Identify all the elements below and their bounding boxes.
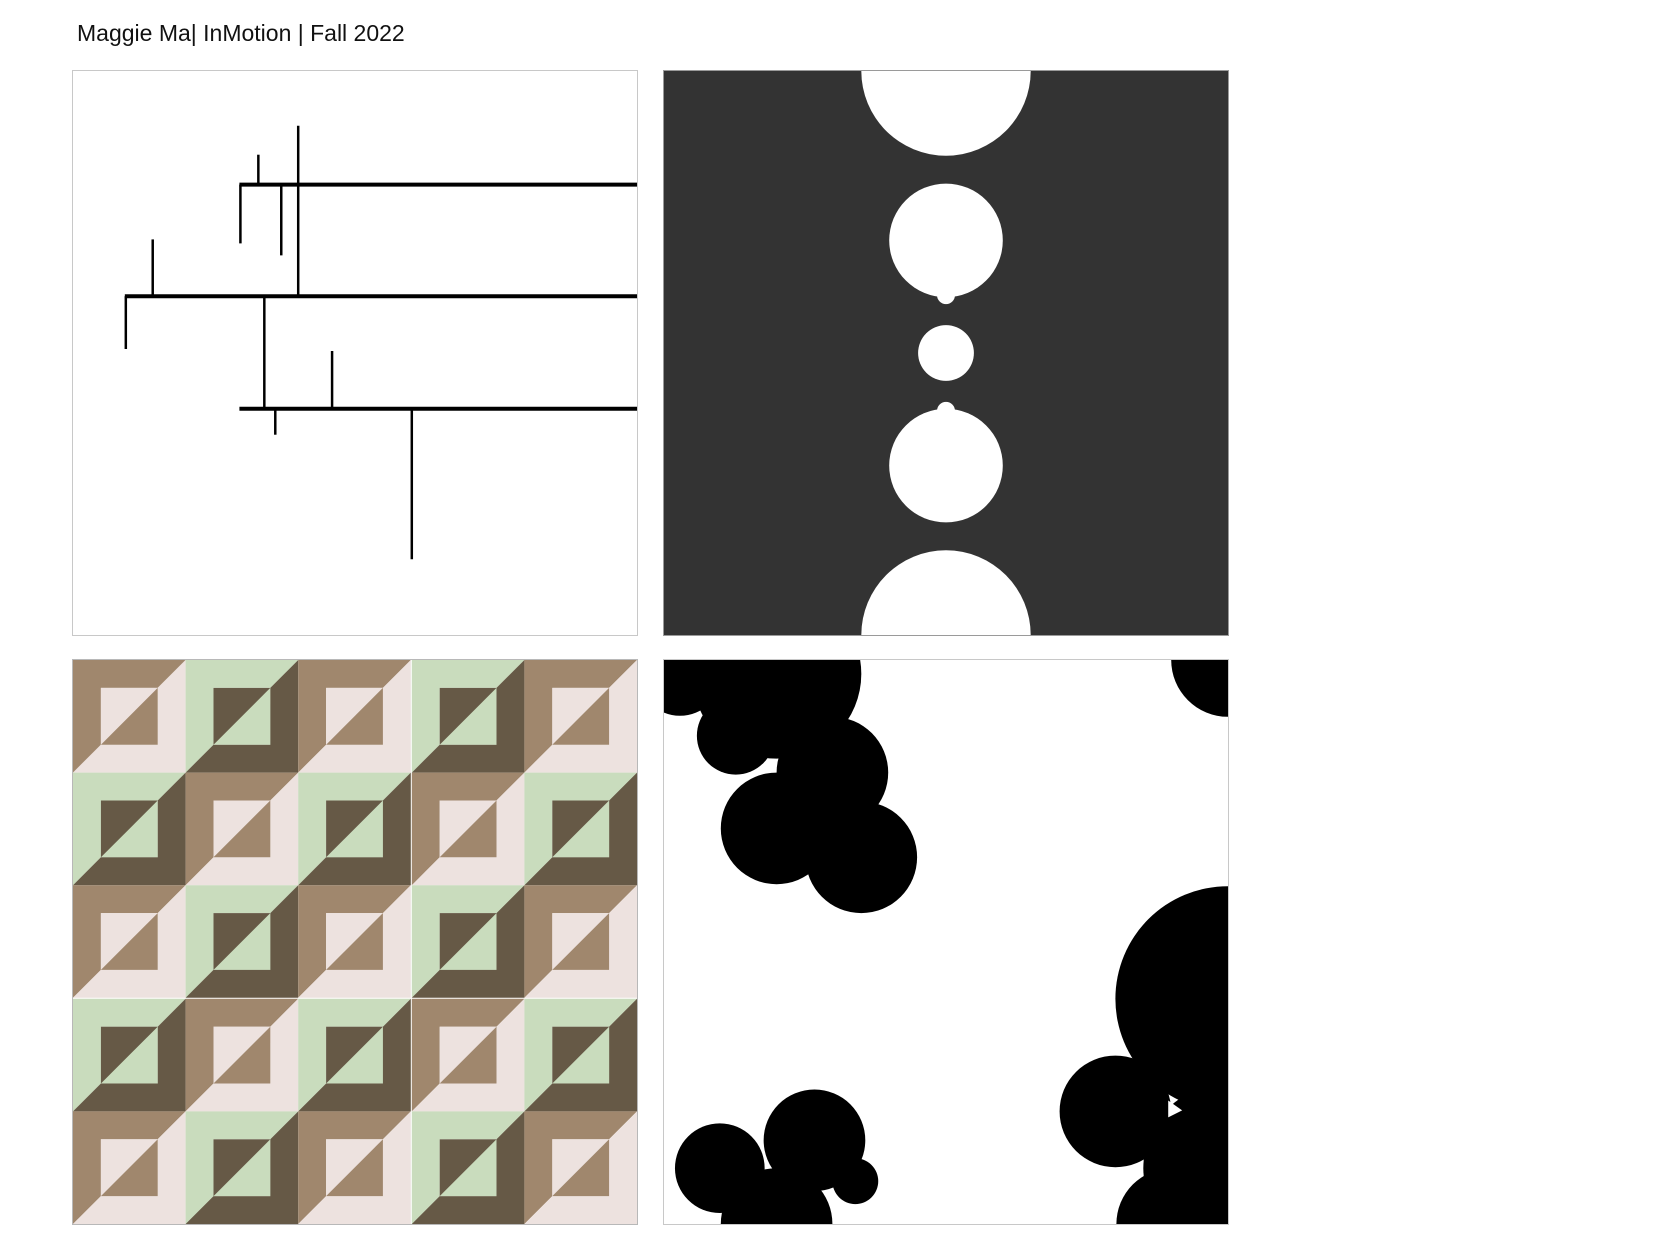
- tile: [298, 1111, 411, 1224]
- page-title: Maggie Ma| InMotion | Fall 2022: [77, 20, 405, 46]
- tile: [411, 1111, 525, 1224]
- tile: [524, 998, 637, 1112]
- tile: [298, 998, 411, 1112]
- tile: [73, 660, 186, 773]
- tile: [185, 885, 299, 998]
- tile: [524, 885, 637, 998]
- tile: [411, 660, 525, 773]
- artwork-circles-dark-canvas: [664, 71, 1228, 635]
- artwork-lines-panel: [72, 70, 638, 636]
- artwork-tiles-canvas: [73, 660, 637, 1224]
- artwork-blobs-panel: [663, 659, 1229, 1225]
- tile: [73, 772, 186, 886]
- tile: [298, 660, 411, 773]
- white-circle: [889, 183, 1003, 298]
- artwork-circles-dark-panel: [663, 70, 1229, 636]
- white-circle: [889, 408, 1003, 523]
- tile: [524, 1111, 637, 1224]
- tile: [73, 1111, 186, 1224]
- tile: [298, 772, 411, 886]
- tile: [524, 660, 637, 773]
- tile: [411, 885, 525, 998]
- tile: [185, 772, 299, 886]
- white-circle: [918, 325, 974, 381]
- tile: [411, 772, 525, 886]
- tile: [185, 1111, 299, 1224]
- tile: [524, 772, 637, 886]
- tile: [411, 998, 525, 1112]
- tile: [185, 998, 299, 1112]
- artwork-blobs-canvas: [664, 660, 1228, 1224]
- black-circle: [805, 801, 918, 914]
- artwork-lines-canvas: [124, 125, 637, 560]
- white-circle: [937, 286, 955, 305]
- black-circle: [696, 696, 775, 775]
- tile-grid: [73, 660, 637, 1224]
- artwork-tiles-panel: [72, 659, 638, 1225]
- tile: [298, 885, 411, 998]
- tile: [73, 998, 186, 1112]
- tile: [73, 885, 186, 998]
- tile: [185, 660, 299, 773]
- black-circle: [832, 1158, 879, 1205]
